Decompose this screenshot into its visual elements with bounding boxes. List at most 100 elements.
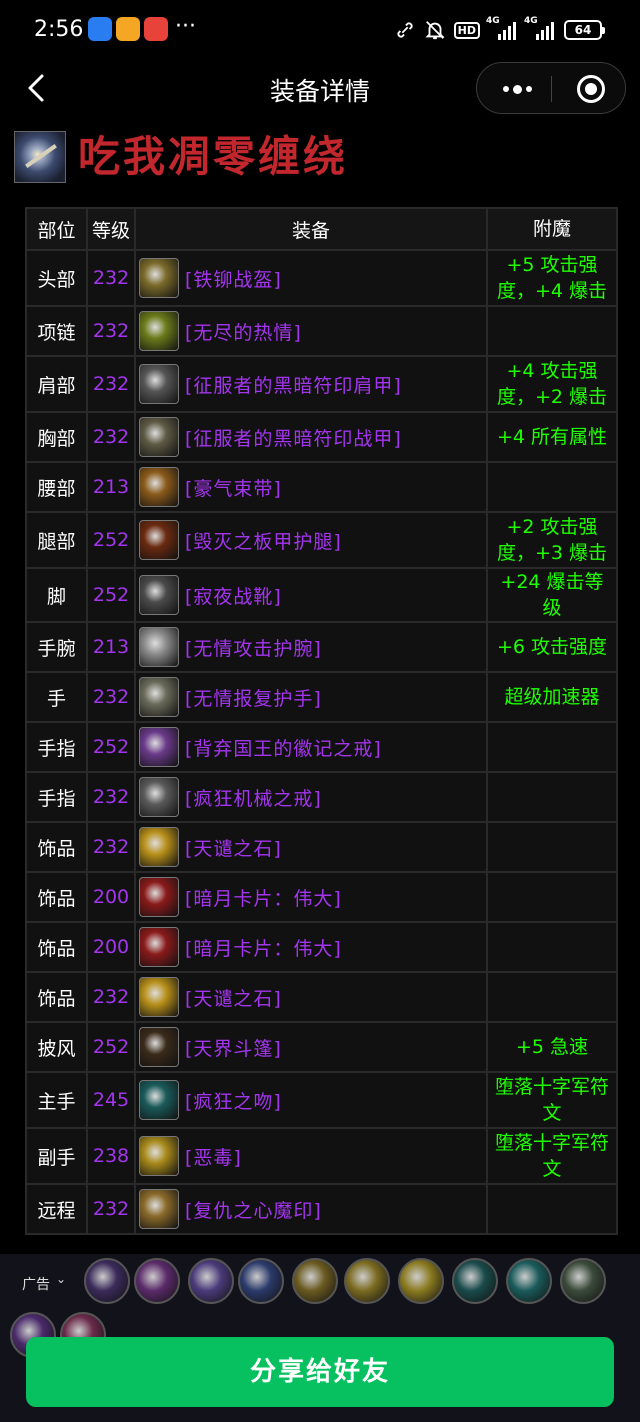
signal-icon: 4G <box>486 16 518 40</box>
weibo-notification-icon <box>144 17 168 41</box>
level-cell: 238 <box>86 1127 136 1185</box>
item-link[interactable]: [铁铆战盔] <box>185 265 282 292</box>
level-cell: 200 <box>86 921 136 973</box>
slot-cell: 脚 <box>25 567 88 623</box>
level-cell: 252 <box>86 511 136 569</box>
item-cell[interactable]: [征服者的黑暗符印战甲] <box>134 411 488 463</box>
capsule-divider <box>551 76 552 102</box>
table-row[interactable]: 肩部 232 [征服者的黑暗符印肩甲] +4 攻击强度，+2 爆击 <box>25 355 618 413</box>
enchant-cell <box>486 1183 618 1235</box>
item-link[interactable]: [无情报复护手] <box>185 684 322 711</box>
slot-cell: 饰品 <box>25 971 88 1023</box>
dagger-icon <box>139 1080 179 1120</box>
enchant-cell <box>486 871 618 923</box>
status-indicators: HD 4G 4G 64 <box>394 16 605 44</box>
item-cell[interactable]: [铁铆战盔] <box>134 249 488 307</box>
enchant-cell: +24 爆击等级 <box>486 567 618 623</box>
item-cell[interactable]: [寂夜战靴] <box>134 567 488 623</box>
item-cell[interactable]: [无尽的热情] <box>134 305 488 357</box>
table-row[interactable]: 饰品 232 [天谴之石] <box>25 821 618 873</box>
item-cell[interactable]: [豪气束带] <box>134 461 488 513</box>
status-bar: 2:56 ··· HD 4G 4G 64 <box>0 0 640 62</box>
item-cell[interactable]: [背弃国王的徽记之戒] <box>134 721 488 773</box>
item-link[interactable]: [复仇之心魔印] <box>185 1196 322 1223</box>
item-link[interactable]: [寂夜战靴] <box>185 582 282 609</box>
slot-cell: 饰品 <box>25 821 88 873</box>
item-link[interactable]: [恶毒] <box>185 1143 242 1170</box>
enchant-cell: +5 急速 <box>486 1021 618 1073</box>
table-row[interactable]: 手腕 213 [无情攻击护腕] +6 攻击强度 <box>25 621 618 673</box>
enchant-cell <box>486 461 618 513</box>
table-row[interactable]: 手指 232 [疯狂机械之戒] <box>25 771 618 823</box>
link-icon <box>397 22 413 38</box>
share-button[interactable]: 分享给好友 <box>26 1337 614 1407</box>
app-notification-icon <box>116 17 140 41</box>
equipment-table: 部位 等级 装备 附魔 头部 232 [铁铆战盔] +5 攻击强度，+4 爆击 项链 23… <box>25 207 618 1235</box>
item-cell[interactable]: [毁灭之板甲护腿] <box>134 511 488 569</box>
item-link[interactable]: [天界斗篷] <box>185 1034 282 1061</box>
mini-program-capsule <box>476 62 626 114</box>
item-cell[interactable]: [复仇之心魔印] <box>134 1183 488 1235</box>
table-row[interactable]: 饰品 200 [暗月卡片：伟大] <box>25 921 618 973</box>
item-cell[interactable]: [天谴之石] <box>134 821 488 873</box>
level-cell: 252 <box>86 1021 136 1073</box>
item-link[interactable]: [暗月卡片：伟大] <box>185 884 342 911</box>
item-link[interactable]: [无情攻击护腕] <box>185 634 322 661</box>
slot-cell: 手指 <box>25 721 88 773</box>
item-cell[interactable]: [恶毒] <box>134 1127 488 1185</box>
item-cell[interactable]: [暗月卡片：伟大] <box>134 871 488 923</box>
table-row[interactable]: 手 232 [无情报复护手] 超级加速器 <box>25 671 618 723</box>
item-cell[interactable]: [征服者的黑暗符印肩甲] <box>134 355 488 413</box>
more-options-icon[interactable] <box>499 78 535 100</box>
table-row[interactable]: 头部 232 [铁铆战盔] +5 攻击强度，+4 爆击 <box>25 249 618 307</box>
slot-cell: 远程 <box>25 1183 88 1235</box>
enchant-cell: 超级加速器 <box>486 671 618 723</box>
mute-bell-icon <box>425 21 445 40</box>
enchant-cell <box>486 305 618 357</box>
table-row[interactable]: 副手 238 [恶毒] 堕落十字军符文 <box>25 1127 618 1185</box>
item-link[interactable]: [背弃国王的徽记之戒] <box>185 734 382 761</box>
item-link[interactable]: [豪气束带] <box>185 474 282 501</box>
item-link[interactable]: [暗月卡片：伟大] <box>185 934 342 961</box>
battery-icon: 64 <box>564 20 605 40</box>
item-cell[interactable]: [天界斗篷] <box>134 1021 488 1073</box>
item-cell[interactable]: [疯狂之吻] <box>134 1071 488 1129</box>
card-icon <box>139 877 179 917</box>
cloak-icon <box>139 1027 179 1067</box>
item-link[interactable]: [征服者的黑暗符印战甲] <box>185 424 402 451</box>
item-cell[interactable]: [无情攻击护腕] <box>134 621 488 673</box>
table-row[interactable]: 远程 232 [复仇之心魔印] <box>25 1183 618 1235</box>
item-link[interactable]: [征服者的黑暗符印肩甲] <box>185 371 402 398</box>
blade-icon <box>139 1136 179 1176</box>
item-link[interactable]: [天谴之石] <box>185 834 282 861</box>
close-mini-program-icon[interactable] <box>577 75 605 103</box>
table-row[interactable]: 饰品 232 [天谴之石] <box>25 971 618 1023</box>
ring-icon <box>139 777 179 817</box>
table-row[interactable]: 手指 252 [背弃国王的徽记之戒] <box>25 721 618 773</box>
sigil-icon <box>139 1189 179 1229</box>
enchant-cell: +2 攻击强度，+3 爆击 <box>486 511 618 569</box>
item-link[interactable]: [天谴之石] <box>185 984 282 1011</box>
table-row[interactable]: 主手 245 [疯狂之吻] 堕落十字军符文 <box>25 1071 618 1129</box>
chevron-down-icon[interactable]: ⌄ <box>56 1272 66 1286</box>
item-cell[interactable]: [无情报复护手] <box>134 671 488 723</box>
slot-cell: 手指 <box>25 771 88 823</box>
table-row[interactable]: 饰品 200 [暗月卡片：伟大] <box>25 871 618 923</box>
table-row[interactable]: 腰部 213 [豪气束带] <box>25 461 618 513</box>
item-cell[interactable]: [暗月卡片：伟大] <box>134 921 488 973</box>
table-row[interactable]: 项链 232 [无尽的热情] <box>25 305 618 357</box>
table-row[interactable]: 披风 252 [天界斗篷] +5 急速 <box>25 1021 618 1073</box>
item-cell[interactable]: [疯狂机械之戒] <box>134 771 488 823</box>
ad-label: 广告 <box>22 1277 50 1293</box>
item-cell[interactable]: [天谴之石] <box>134 971 488 1023</box>
card-icon <box>139 927 179 967</box>
table-row[interactable]: 脚 252 [寂夜战靴] +24 爆击等级 <box>25 567 618 623</box>
item-link[interactable]: [疯狂机械之戒] <box>185 784 322 811</box>
item-link[interactable]: [毁灭之板甲护腿] <box>185 527 342 554</box>
item-link[interactable]: [疯狂之吻] <box>185 1087 282 1114</box>
table-row[interactable]: 胸部 232 [征服者的黑暗符印战甲] +4 所有属性 <box>25 411 618 463</box>
level-cell: 200 <box>86 871 136 923</box>
table-row[interactable]: 腿部 252 [毁灭之板甲护腿] +2 攻击强度，+3 爆击 <box>25 511 618 569</box>
item-link[interactable]: [无尽的热情] <box>185 318 302 345</box>
level-cell: 252 <box>86 567 136 623</box>
